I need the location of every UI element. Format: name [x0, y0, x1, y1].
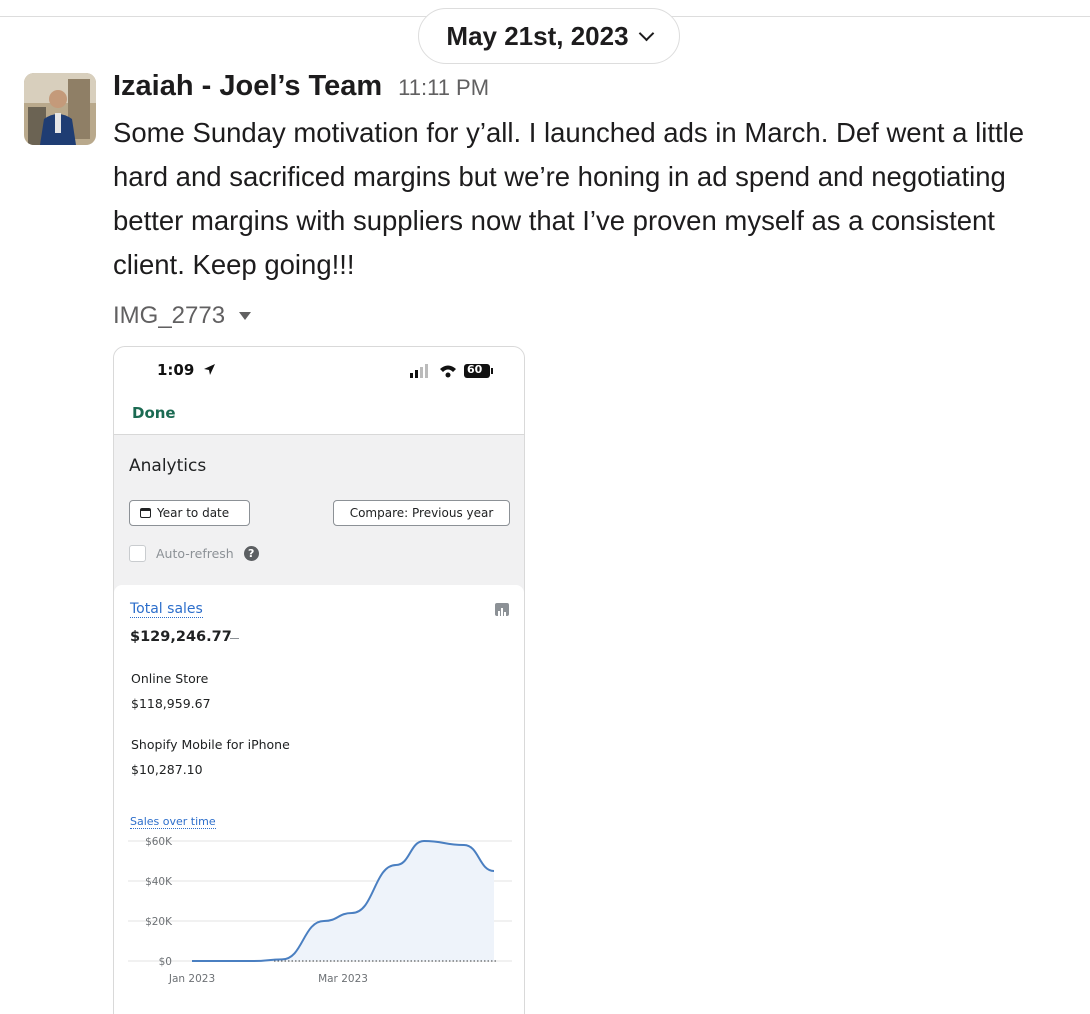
channel-value: $118,959.67	[131, 696, 211, 711]
sender-name[interactable]: Izaiah - Joel’s Team	[113, 70, 382, 103]
attached-image[interactable]: 1:09 60 Done Analytics Year to date Comp…	[113, 346, 525, 1014]
sales-over-time-chart: $60K $40K $20K $0 Jan 2023 Mar 2023	[128, 836, 512, 985]
header-divider	[114, 434, 524, 435]
signal-wifi-battery-icons	[410, 364, 493, 378]
slack-channel-view: May 21st, 2023 Izaiah - Joel’s Team 11:1…	[0, 0, 1090, 1014]
message-text: Some Sunday motivation for y’all. I laun…	[113, 117, 1025, 280]
bar-chart-icon[interactable]	[495, 603, 509, 616]
x-tick-label: Mar 2023	[318, 973, 368, 985]
y-tick-label: $0	[159, 956, 172, 968]
auto-refresh-checkbox[interactable]	[129, 545, 146, 562]
attachment-toggle[interactable]: IMG_2773	[113, 298, 252, 334]
channel-value: $10,287.10	[131, 762, 203, 777]
battery-level: 60	[467, 363, 483, 376]
x-tick-label: Jan 2023	[168, 973, 215, 985]
location-arrow-icon	[203, 364, 215, 375]
status-time: 1:09	[157, 361, 216, 379]
y-tick-label: $40K	[145, 876, 173, 888]
avatar[interactable]	[24, 73, 96, 145]
done-button[interactable]: Done	[132, 404, 176, 422]
compare-label: Compare: Previous year	[349, 506, 494, 520]
phone-status-bar: 1:09 60 Done	[114, 347, 524, 435]
compare-button[interactable]: Compare: Previous year	[333, 500, 510, 526]
message-header: Izaiah - Joel’s Team 11:11 PM	[113, 70, 489, 110]
date-range-label: Year to date	[157, 506, 230, 520]
caret-down-icon	[239, 312, 252, 320]
channel-name: Online Store	[131, 671, 209, 686]
date-range-button[interactable]: Year to date	[129, 500, 250, 526]
series-area	[192, 841, 494, 961]
chart-title[interactable]: Sales over time	[130, 815, 216, 829]
help-icon[interactable]: ?	[243, 546, 259, 561]
attachment-name: IMG_2773	[113, 302, 226, 329]
y-tick-label: $20K	[145, 916, 173, 928]
chevron-down-icon	[638, 25, 654, 41]
comparison-dash	[230, 638, 239, 639]
auto-refresh-label: Auto-refresh	[156, 546, 234, 561]
date-label: May 21st, 2023	[446, 20, 629, 51]
total-sales-card: Total sales $129,246.77 Online Store $11…	[114, 585, 524, 1014]
calendar-icon	[140, 508, 151, 518]
status-time-text: 1:09	[157, 361, 195, 379]
total-sales-label[interactable]: Total sales	[130, 601, 203, 618]
y-tick-label: $60K	[145, 836, 173, 848]
date-divider-button[interactable]: May 21st, 2023	[418, 8, 680, 64]
channel-name: Shopify Mobile for iPhone	[131, 737, 290, 752]
auto-refresh-row: Auto-refresh ?	[129, 545, 259, 562]
analytics-title: Analytics	[129, 456, 207, 476]
message-timestamp[interactable]: 11:11 PM	[398, 75, 489, 101]
total-sales-value: $129,246.77	[130, 629, 232, 645]
